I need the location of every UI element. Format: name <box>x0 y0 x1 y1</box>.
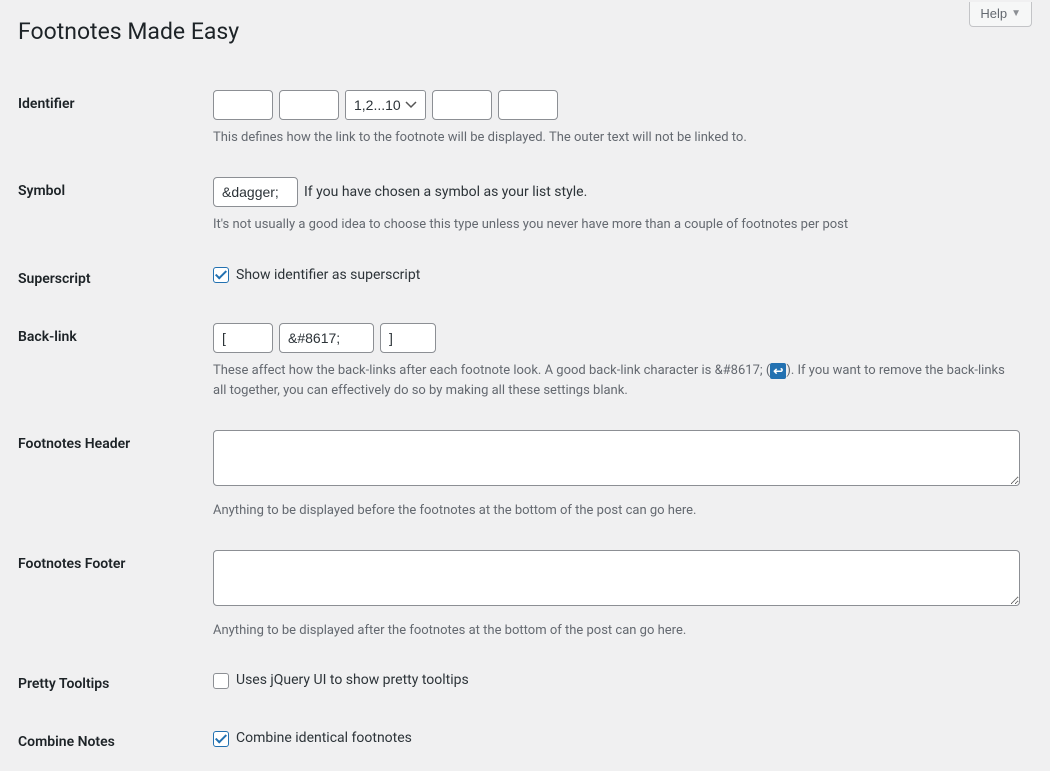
label-identifier: Identifier <box>18 75 213 163</box>
symbol-input[interactable] <box>213 177 298 207</box>
row-footnotes-footer: Footnotes Footer Anything to be displaye… <box>18 535 1030 655</box>
row-backlink: Back-link These affect how the back-link… <box>18 308 1030 415</box>
backlink-open-input[interactable] <box>213 323 273 353</box>
label-footnotes-header: Footnotes Header <box>18 415 213 535</box>
label-backlink: Back-link <box>18 308 213 415</box>
row-identifier: Identifier 1,2...10 This defines how the… <box>18 75 1030 163</box>
footnotes-header-description: Anything to be displayed before the foot… <box>213 501 1020 521</box>
label-combine-notes: Combine Notes <box>18 713 213 771</box>
pretty-tooltips-label-wrapper[interactable]: Uses jQuery UI to show pretty tooltips <box>213 670 469 691</box>
backlink-description: These affect how the back-links after ea… <box>213 361 1020 400</box>
identifier-style-select[interactable]: 1,2...10 <box>345 90 426 120</box>
row-combine-notes: Combine Notes Combine identical footnote… <box>18 713 1030 771</box>
combine-notes-checkbox[interactable] <box>213 731 229 747</box>
superscript-cb-label: Show identifier as superscript <box>236 265 420 286</box>
superscript-checkbox[interactable] <box>213 267 229 283</box>
row-symbol: Symbol If you have chosen a symbol as yo… <box>18 162 1030 250</box>
backlink-close-input[interactable] <box>380 323 436 353</box>
backlink-char-input[interactable] <box>279 323 374 353</box>
identifier-before-outer-input[interactable] <box>213 90 273 120</box>
footnotes-footer-description: Anything to be displayed after the footn… <box>213 621 1020 641</box>
footnotes-footer-textarea[interactable] <box>213 550 1020 606</box>
backlink-return-icon: ↩ <box>770 363 786 379</box>
identifier-after-outer-input[interactable] <box>498 90 558 120</box>
label-pretty-tooltips: Pretty Tooltips <box>18 655 213 713</box>
pretty-tooltips-checkbox[interactable] <box>213 673 229 689</box>
identifier-description: This defines how the link to the footnot… <box>213 128 1020 148</box>
page-title: Footnotes Made Easy <box>18 8 1030 51</box>
combine-notes-cb-label: Combine identical footnotes <box>236 728 412 749</box>
symbol-inline-desc: If you have chosen a symbol as your list… <box>304 182 587 203</box>
chevron-down-icon: ▼ <box>1011 8 1021 19</box>
row-pretty-tooltips: Pretty Tooltips Uses jQuery UI to show p… <box>18 655 1030 713</box>
row-superscript: Superscript Show identifier as superscri… <box>18 250 1030 308</box>
label-superscript: Superscript <box>18 250 213 308</box>
help-tab-button[interactable]: Help ▼ <box>969 2 1032 27</box>
help-tab-label: Help <box>980 6 1007 21</box>
symbol-description: It's not usually a good idea to choose t… <box>213 215 1020 235</box>
pretty-tooltips-cb-label: Uses jQuery UI to show pretty tooltips <box>236 670 469 691</box>
row-footnotes-header: Footnotes Header Anything to be displaye… <box>18 415 1030 535</box>
footnotes-header-textarea[interactable] <box>213 430 1020 486</box>
superscript-label-wrapper[interactable]: Show identifier as superscript <box>213 265 420 286</box>
label-footnotes-footer: Footnotes Footer <box>18 535 213 655</box>
identifier-after-inner-input[interactable] <box>432 90 492 120</box>
combine-notes-label-wrapper[interactable]: Combine identical footnotes <box>213 728 412 749</box>
label-symbol: Symbol <box>18 162 213 250</box>
identifier-before-inner-input[interactable] <box>279 90 339 120</box>
